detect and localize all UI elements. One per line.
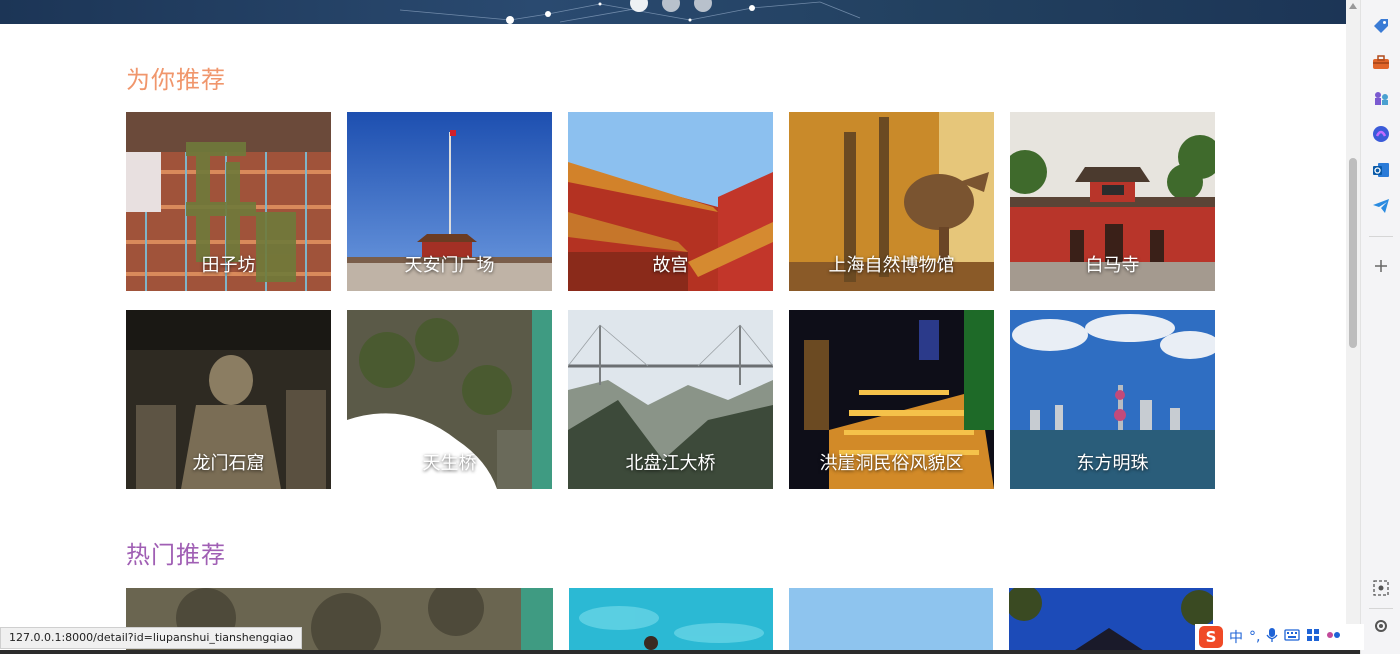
- hot-title: 热门推荐: [126, 541, 226, 569]
- settings-icon[interactable]: [1371, 616, 1391, 636]
- card-hongyadong[interactable]: 洪崖洞民俗风貌区: [789, 310, 994, 489]
- hot-card-image: [789, 588, 993, 654]
- carousel-dot-3[interactable]: [694, 0, 712, 12]
- card-tianzifang[interactable]: 田子坊: [126, 112, 331, 291]
- card-label: 故宫: [652, 255, 689, 276]
- card-label: 北盘江大桥: [625, 453, 716, 474]
- chess-icon[interactable]: [1371, 88, 1391, 108]
- card-tiananmen[interactable]: 天安门广场: [347, 112, 552, 291]
- page-scrollbar[interactable]: [1346, 0, 1360, 654]
- browser-sidebar: [1360, 0, 1400, 654]
- carousel-dot-2[interactable]: [662, 0, 680, 12]
- hot-card-image: [569, 588, 773, 654]
- keyboard-icon[interactable]: [1284, 629, 1301, 645]
- card-tianshengqiao[interactable]: 天生桥: [347, 310, 552, 489]
- add-icon[interactable]: [1371, 256, 1391, 276]
- card-label: 东方明珠: [1076, 453, 1149, 474]
- outlook-icon[interactable]: [1371, 160, 1391, 180]
- hot-card-2[interactable]: [569, 588, 773, 654]
- card-baima-temple[interactable]: 白马寺: [1010, 112, 1215, 291]
- recommend-title: 为你推荐: [126, 66, 226, 94]
- card-label: 龙门石窟: [192, 453, 265, 474]
- card-label: 白马寺: [1085, 255, 1140, 276]
- hot-card-3[interactable]: [789, 588, 993, 654]
- banner-carousel: [0, 0, 1346, 24]
- card-label: 天生桥: [422, 453, 477, 474]
- hot-card-image: [1009, 588, 1213, 654]
- microphone-icon[interactable]: [1266, 627, 1278, 647]
- page-content: 为你推荐 田子坊 天安门广场 故宫 上海自然博物馆 白马寺 龙门石窟 天生桥 北…: [0, 0, 1346, 654]
- status-bar-url: 127.0.0.1:8000/detail?id=liupanshui_tian…: [0, 627, 302, 649]
- card-oriental-pearl[interactable]: 东方明珠: [1010, 310, 1215, 489]
- card-natural-history-museum[interactable]: 上海自然博物馆: [789, 112, 994, 291]
- copilot-icon[interactable]: [1371, 124, 1391, 144]
- card-label: 田子坊: [201, 255, 256, 276]
- card-label: 天安门广场: [404, 255, 495, 276]
- card-label: 洪崖洞民俗风貌区: [819, 453, 964, 474]
- punctuation-icon[interactable]: °,: [1249, 629, 1260, 645]
- sidebar-divider: [1369, 608, 1393, 609]
- ime-toolbar: S 中 °,: [1195, 624, 1364, 650]
- carousel-dot-1[interactable]: [630, 0, 648, 12]
- scrollbar-thumb[interactable]: [1349, 158, 1357, 348]
- taskbar-edge: [0, 650, 1360, 654]
- card-beipanjiang-bridge[interactable]: 北盘江大桥: [568, 310, 773, 489]
- screenshot-icon[interactable]: [1371, 578, 1391, 598]
- card-longmen-grottoes[interactable]: 龙门石窟: [126, 310, 331, 489]
- card-label: 上海自然博物馆: [828, 255, 955, 276]
- carousel-dots: [630, 0, 712, 12]
- tag-icon[interactable]: [1371, 16, 1391, 36]
- ime-mode-label[interactable]: 中: [1229, 627, 1243, 647]
- skin-icon[interactable]: [1306, 628, 1320, 646]
- sogou-logo-icon[interactable]: S: [1199, 626, 1223, 648]
- sidebar-divider: [1369, 236, 1393, 237]
- card-gugong[interactable]: 故宫: [568, 112, 773, 291]
- more-tools-icon[interactable]: [1326, 628, 1342, 646]
- telegram-icon[interactable]: [1371, 196, 1391, 216]
- toolbox-icon[interactable]: [1371, 52, 1391, 72]
- scroll-up-arrow[interactable]: [1349, 3, 1357, 9]
- hot-card-4[interactable]: [1009, 588, 1213, 654]
